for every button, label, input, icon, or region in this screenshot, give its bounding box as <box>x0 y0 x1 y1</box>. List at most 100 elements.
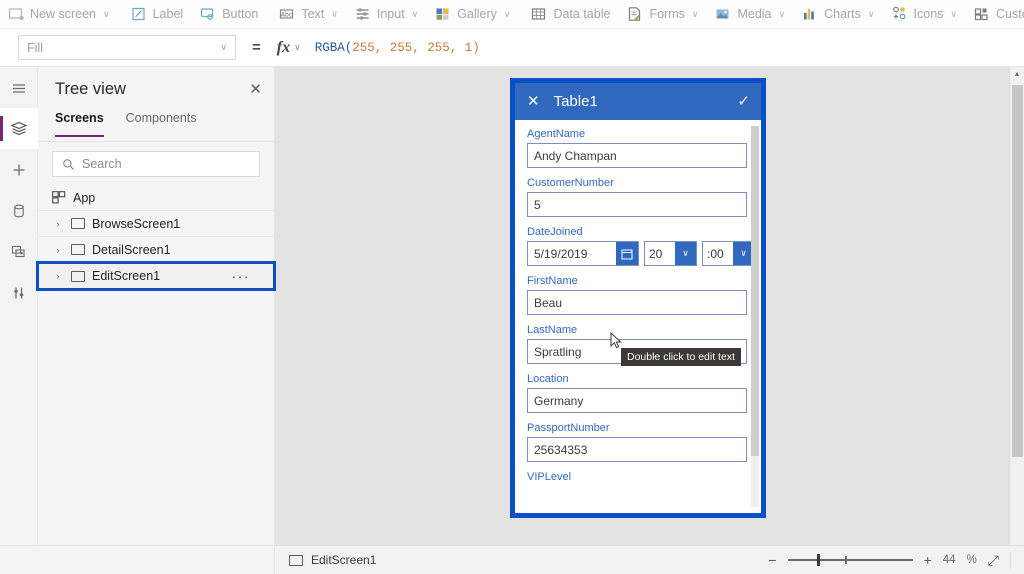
app-icon <box>52 191 66 204</box>
fit-to-screen-icon[interactable]: ⤢ <box>988 553 999 567</box>
form-scrollbar-thumb[interactable] <box>751 126 759 456</box>
chevron-down-icon: ∨ <box>778 8 786 19</box>
ribbon-item-label[interactable]: Label <box>123 0 193 28</box>
ribbon-item-custom[interactable]: Custom ∨ <box>966 0 1024 28</box>
field-customernumber: CustomerNumber 5 <box>527 177 747 217</box>
property-selector[interactable]: Fill ∨ <box>18 35 236 60</box>
field-label: Location <box>527 373 569 385</box>
ribbon-label: Icons <box>913 7 944 21</box>
equals-sign: = <box>252 39 261 56</box>
ribbon-item-icons[interactable]: Icons ∨ <box>884 0 966 28</box>
field-datejoined: DateJoined 5/19/2019 20 ∨:00 ∨ <box>527 226 755 266</box>
field-input[interactable]: 5 <box>527 192 747 217</box>
ribbon-item-forms[interactable]: Forms ∨ <box>619 0 707 28</box>
minute-dropdown[interactable]: :00 ∨ <box>702 241 755 266</box>
scroll-up-icon[interactable]: ▲ <box>1010 67 1024 82</box>
screen-icon <box>71 218 85 229</box>
chevron-down-icon: ∨ <box>294 42 301 52</box>
date-picker[interactable]: 5/19/2019 <box>527 241 639 266</box>
ribbon-label: Gallery <box>457 7 497 21</box>
mouse-cursor-icon <box>610 332 622 349</box>
media-icon <box>716 9 729 19</box>
field-passportnumber: PassportNumber 25634353 <box>527 422 747 462</box>
rail-item-hamburger[interactable] <box>0 67 38 108</box>
cancel-icon[interactable]: ✕ <box>527 94 540 109</box>
ribbon-label: New screen <box>30 7 96 21</box>
field-label: CustomerNumber <box>527 177 614 189</box>
ribbon-label: Charts <box>824 7 861 21</box>
search-input[interactable]: Search <box>52 151 260 177</box>
field-input[interactable]: Germany <box>527 388 747 413</box>
tooltip: Double click to edit text <box>621 348 741 366</box>
ribbon-item-new-screen[interactable]: New screen ∨ <box>0 0 119 28</box>
rail-item-media-library[interactable] <box>0 231 38 272</box>
advanced-settings-icon <box>14 287 24 298</box>
tree-item-editscreen1[interactable]: › EditScreen1 ··· <box>36 261 276 291</box>
charts-icon <box>804 9 814 20</box>
rail-item-insert[interactable] <box>0 149 38 190</box>
hamburger-menu-icon <box>13 83 25 93</box>
close-icon[interactable]: ✕ <box>249 82 262 97</box>
screen-icon <box>289 554 303 566</box>
text-icon: Abc <box>280 9 294 19</box>
app-canvas: ✕ Table1 ✓ AgentName Andy Champan Custom… <box>275 67 1024 545</box>
rail-item-tree-view[interactable] <box>0 108 38 149</box>
left-panel-footer <box>0 545 275 574</box>
field-input[interactable]: Andy Champan <box>527 143 747 168</box>
zoom-in-button[interactable]: + <box>924 553 932 567</box>
formula-arguments: 255, 255, 255, 1 <box>352 40 473 55</box>
calendar-icon[interactable] <box>616 242 638 265</box>
ribbon-item-data-table[interactable]: Data table <box>523 0 619 28</box>
ribbon-item-media[interactable]: Media ∨ <box>707 0 794 28</box>
save-icon[interactable]: ✓ <box>737 94 750 109</box>
tree-item-label: App <box>73 190 96 205</box>
chevron-right-icon[interactable]: › <box>52 271 64 281</box>
rail-item-data[interactable] <box>0 190 38 231</box>
fx-button[interactable]: fx ∨ <box>277 39 301 57</box>
zoom-slider-handle[interactable] <box>816 554 820 566</box>
hour-dropdown[interactable]: 20 ∨ <box>644 241 697 266</box>
field-label: DateJoined <box>527 226 583 238</box>
status-screen-indicator[interactable]: EditScreen1 <box>289 553 376 567</box>
tab-components[interactable]: Components <box>126 111 197 137</box>
chevron-right-icon[interactable]: › <box>52 219 64 229</box>
ribbon-item-button[interactable]: Button <box>192 0 267 28</box>
zoom-slider-track <box>787 559 913 561</box>
ribbon-item-charts[interactable]: Charts ∨ <box>794 0 883 28</box>
tree-item-app[interactable]: App <box>38 185 274 211</box>
tree-item-browsescreen1[interactable]: › BrowseScreen1 <box>38 211 274 237</box>
ribbon-label: Text <box>301 7 325 21</box>
tab-screens[interactable]: Screens <box>55 111 104 137</box>
chevron-right-icon[interactable]: › <box>52 245 64 255</box>
formula-input[interactable]: RGBA(255, 255, 255, 1) <box>315 41 480 55</box>
tree-list: App › BrowseScreen1 › DetailScreen1 › Ed… <box>36 185 276 291</box>
tree-view-panel: Tree view ✕ Screens Components Search Ap… <box>36 67 276 545</box>
form-scrollbar[interactable] <box>751 126 759 507</box>
chevron-down-icon: ∨ <box>950 8 957 19</box>
chevron-down-icon: ∨ <box>220 42 227 52</box>
ribbon-item-text[interactable]: Abc Text ∨ <box>271 0 347 28</box>
canvas-scrollbar-thumb[interactable] <box>1012 85 1023 457</box>
ribbon-item-gallery[interactable]: Gallery ∨ <box>427 0 519 28</box>
forms-icon <box>629 7 641 21</box>
gallery-icon <box>436 8 449 20</box>
more-options-icon[interactable]: ··· <box>232 269 251 283</box>
zoom-out-button[interactable]: − <box>768 553 776 567</box>
zoom-value: 44 <box>942 554 956 566</box>
data-icon <box>14 204 24 217</box>
ribbon-label: Data table <box>553 7 611 21</box>
screen-preview-editscreen1[interactable]: ✕ Table1 ✓ AgentName Andy Champan Custom… <box>510 78 766 518</box>
chevron-down-icon: ∨ <box>103 8 110 19</box>
rail-item-advanced-settings[interactable] <box>0 272 38 313</box>
field-input[interactable]: Beau <box>527 290 747 315</box>
tree-view-header: Tree view ✕ <box>38 67 274 111</box>
ribbon-item-input[interactable]: Input ∨ <box>347 0 427 28</box>
field-label: LastName <box>527 324 578 336</box>
field-input[interactable]: 25634353 <box>527 437 747 462</box>
label-icon <box>131 7 145 21</box>
canvas-scrollbar[interactable]: ▲ <box>1009 67 1024 545</box>
zoom-slider[interactable] <box>787 553 913 567</box>
tree-item-detailscreen1[interactable]: › DetailScreen1 <box>38 237 274 263</box>
ribbon-label: Button <box>222 7 259 21</box>
chevron-down-icon[interactable]: ∨ <box>675 242 696 265</box>
